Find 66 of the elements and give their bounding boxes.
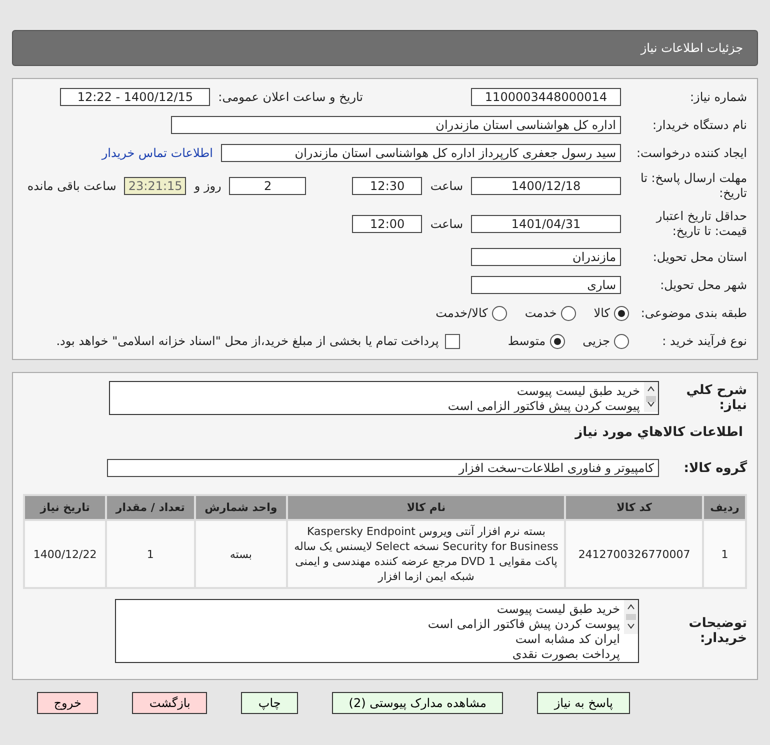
action-button[interactable]: چاپ xyxy=(241,692,298,714)
column-header: کد کالا xyxy=(566,496,702,519)
field-label: نام دستگاه خریدار: xyxy=(652,118,747,132)
need-number-field: 1100003448000014 xyxy=(471,88,621,106)
field-label: ایجاد کننده درخواست: xyxy=(635,146,747,160)
table-cell: 1400/12/22 xyxy=(25,521,106,587)
option-label: متوسط xyxy=(508,334,546,348)
scrollbar-drawing xyxy=(624,600,638,634)
action-button[interactable]: خروج xyxy=(36,692,98,714)
radio-button[interactable] xyxy=(492,306,507,320)
field-label: ساعت xyxy=(430,179,463,193)
buyer-notes-text-area: خرید طبق لیست پیوست پیوست کردن پیش فاکتور الزامی است ایران کد مشابه است پرداخت بصورت نقدی xyxy=(115,599,639,663)
table-cell: بسته xyxy=(196,521,286,587)
requester-field: سید رسول جعفری کارپرداز اداره کل هواشناسی استان مازندران xyxy=(221,144,621,162)
column-header: واحد شمارش xyxy=(196,496,286,519)
province-field: مازندران xyxy=(471,248,621,266)
table-cell: بسته نرم افزار آنتی ویروس Kaspersky Endpoint Security for Business نسخه Select لایسنس یک ساله پاکت مقوایی 1 DVD مرجع عرضه کننده مهندسی و ایمنی شبکه ایمن ازما افزار xyxy=(288,521,564,587)
announce-date-field: 1400/12/15 - 12:22 xyxy=(60,88,210,106)
date-field: 1401/04/31 xyxy=(471,215,621,233)
scrollbar-drawing xyxy=(644,382,658,412)
radio-button[interactable] xyxy=(614,306,629,320)
remaining-time-field: 23:21:15 xyxy=(124,177,186,195)
city-field: ساری xyxy=(471,276,621,294)
field-label: طبقه بندی موضوعی: xyxy=(640,306,747,320)
date-field: 1400/12/18 xyxy=(471,177,621,195)
field-label: ساعت xyxy=(430,217,463,231)
page-header: جزئیات اطلاعات نیاز xyxy=(12,30,758,66)
field-label: شهر محل تحویل: xyxy=(659,278,747,292)
checkbox[interactable] xyxy=(444,334,460,348)
table-cell: 1 xyxy=(704,521,745,587)
field-label: گروه کالا: xyxy=(682,460,747,476)
buyer-org-field: اداره کل هواشناسی استان مازندران xyxy=(171,116,621,134)
radio-button[interactable] xyxy=(560,306,576,320)
field-label: ساعت باقی مانده xyxy=(27,179,116,193)
column-header: تعداد / مقدار xyxy=(107,496,194,519)
radio-button[interactable] xyxy=(550,334,565,348)
days-field: 2 xyxy=(229,177,306,195)
option-label: کالا/خدمت xyxy=(436,306,488,320)
radio-button[interactable] xyxy=(614,334,629,348)
option-label: جزیی xyxy=(582,334,610,348)
field-label: تاریخ و ساعت اعلان عمومی: xyxy=(218,90,363,104)
field-label: شرح کلي نياز: xyxy=(685,383,747,413)
action-button[interactable]: مشاهده مدارک پیوستی (2) xyxy=(332,692,504,714)
table-cell: 1 xyxy=(107,521,194,587)
description-text-area: خرید طبق لیست پیوست پیوست کردن پیش فاکتور الزامی است xyxy=(109,381,659,415)
field-label: حداقل تاریخ اعتبار قیمت: تا تاریخ: xyxy=(654,209,747,239)
field-label: روز و xyxy=(194,179,222,193)
option-label: کالا xyxy=(594,306,610,320)
time-field: 12:00 xyxy=(352,215,422,233)
field-label: توضیحات خریدار: xyxy=(688,616,747,646)
field-label: شماره نیاز: xyxy=(689,90,747,104)
column-header: تاریخ نیاز xyxy=(25,496,106,519)
field-label: استان محل تحویل: xyxy=(652,250,747,264)
field-label: نوع فرآیند خرید : xyxy=(661,334,747,348)
goods-group-field: کامپیوتر و فناوری اطلاعات-سخت افزار xyxy=(107,459,659,477)
action-button[interactable]: بازگشت xyxy=(132,692,208,714)
action-button[interactable]: پاسخ به نیاز xyxy=(537,692,630,714)
section-title: اطلاعات كالاهاي مورد نياز xyxy=(574,425,744,440)
column-header: نام کالا xyxy=(288,496,564,519)
field-label: مهلت ارسال پاسخ: تا تاریخ: xyxy=(639,171,747,201)
option-label: خدمت xyxy=(524,306,557,320)
table-cell: 2412700326770007 xyxy=(566,521,702,587)
contact-link[interactable]: اطلاعات تماس خریدار xyxy=(102,146,213,160)
column-header: ردیف xyxy=(704,496,745,519)
payment-note: پرداخت تمام یا بخشی از مبلغ خرید،از محل "اسناد خزانه اسلامی" خواهد بود. xyxy=(56,334,439,348)
time-field: 12:30 xyxy=(352,177,422,195)
